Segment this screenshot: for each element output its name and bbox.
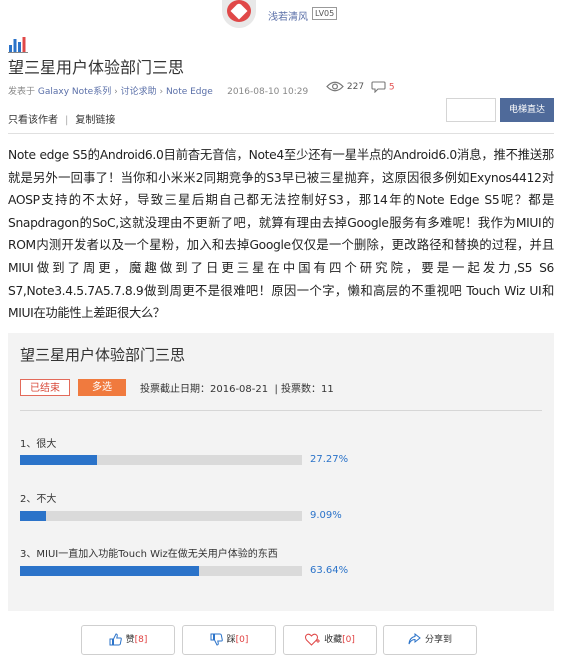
poll-type-badge: 多选 <box>78 379 126 396</box>
poll-option-bar <box>20 566 302 576</box>
heart-plus-icon <box>305 633 321 646</box>
poll-option-fill <box>20 566 200 576</box>
level-badge: LV05 <box>312 7 338 20</box>
floor-jump-button[interactable]: 电梯直达 <box>500 98 554 122</box>
poll-option-bar <box>20 511 302 521</box>
floor-jump-input[interactable] <box>446 98 496 122</box>
views-count: 227 <box>346 82 365 92</box>
header-divider <box>8 133 554 134</box>
only-author-link[interactable]: 只看该作者 <box>8 115 58 126</box>
comment-icon <box>371 81 386 94</box>
share-label: 分享到 <box>424 635 452 645</box>
category-link[interactable]: 讨论求助 <box>121 87 157 97</box>
dislike-button[interactable]: 踩[0] <box>182 625 276 655</box>
post-links: 只看该作者 | 复制链接 <box>8 111 115 126</box>
deadline-label: 投票截止日期： <box>140 384 210 395</box>
subcategory-separator: › <box>159 87 164 97</box>
poll-option-label: 3、MIUI一直加入功能Touch Wiz在做无关用户体验的东西 <box>20 549 278 560</box>
poll-option-percent: 9.09% <box>310 510 342 521</box>
favorite-label: 收藏 <box>324 635 343 645</box>
author-name[interactable]: 浅若清风 <box>268 8 308 23</box>
poll-option-bar <box>20 455 302 465</box>
post-meta: 发表于 Galaxy Note系列 › 讨论求助 › Note Edge 201… <box>8 84 308 97</box>
subcategory-link[interactable]: Note Edge <box>166 87 213 97</box>
post-body: Note edge S5的Android6.0目前杳无音信，Note4至少还有一… <box>8 148 554 321</box>
meta-prefix: 发表于 <box>8 87 36 97</box>
like-button[interactable]: 赞[8] <box>81 625 175 655</box>
poll-chart-icon <box>8 37 28 53</box>
copy-link[interactable]: 复制链接 <box>75 115 115 126</box>
poll-option-fill <box>20 511 46 521</box>
share-icon <box>408 633 421 645</box>
link-divider: | <box>65 115 69 126</box>
poll-title: 望三星用户体验部门三思 <box>20 346 186 364</box>
poll-option-label: 2、不大 <box>20 494 57 505</box>
poll-status-badge: 已结束 <box>20 379 70 396</box>
favorite-button[interactable]: 收藏[0] <box>283 625 377 655</box>
poll-option-percent: 63.64% <box>310 565 349 576</box>
poll-divider <box>20 410 542 411</box>
poll-option-fill <box>20 455 97 465</box>
vote-count-value: 11 <box>321 384 334 395</box>
post-date: 2016-08-10 10:29 <box>227 87 309 97</box>
deadline-value: 2016-08-21 <box>210 384 269 395</box>
avatar[interactable] <box>222 0 256 28</box>
like-label: 赞 <box>125 635 135 645</box>
like-count: [8] <box>134 635 148 645</box>
favorite-count: [0] <box>342 635 355 645</box>
comments-counter[interactable]: 5 <box>371 81 395 94</box>
comments-count: 5 <box>388 82 395 93</box>
poll-option-label: 1、很大 <box>20 439 57 450</box>
vote-count-label: | 投票数： <box>274 384 322 395</box>
share-button[interactable]: 分享到 <box>383 625 477 655</box>
poll-option-percent: 27.27% <box>310 454 349 465</box>
forum-link[interactable]: Galaxy Note系列 <box>38 87 111 97</box>
poll-meta: 投票截止日期：2016-08-21 | 投票数：11 <box>140 380 334 395</box>
post-title: 望三星用户体验部门三思 <box>8 58 185 77</box>
views-counter: 227 <box>326 81 364 92</box>
thumbs-down-icon <box>210 633 223 646</box>
thumbs-up-icon <box>109 633 122 646</box>
dislike-count: [0] <box>235 635 249 645</box>
category-separator: › <box>114 87 118 97</box>
dislike-label: 踩 <box>226 635 236 645</box>
eye-icon <box>326 81 344 92</box>
